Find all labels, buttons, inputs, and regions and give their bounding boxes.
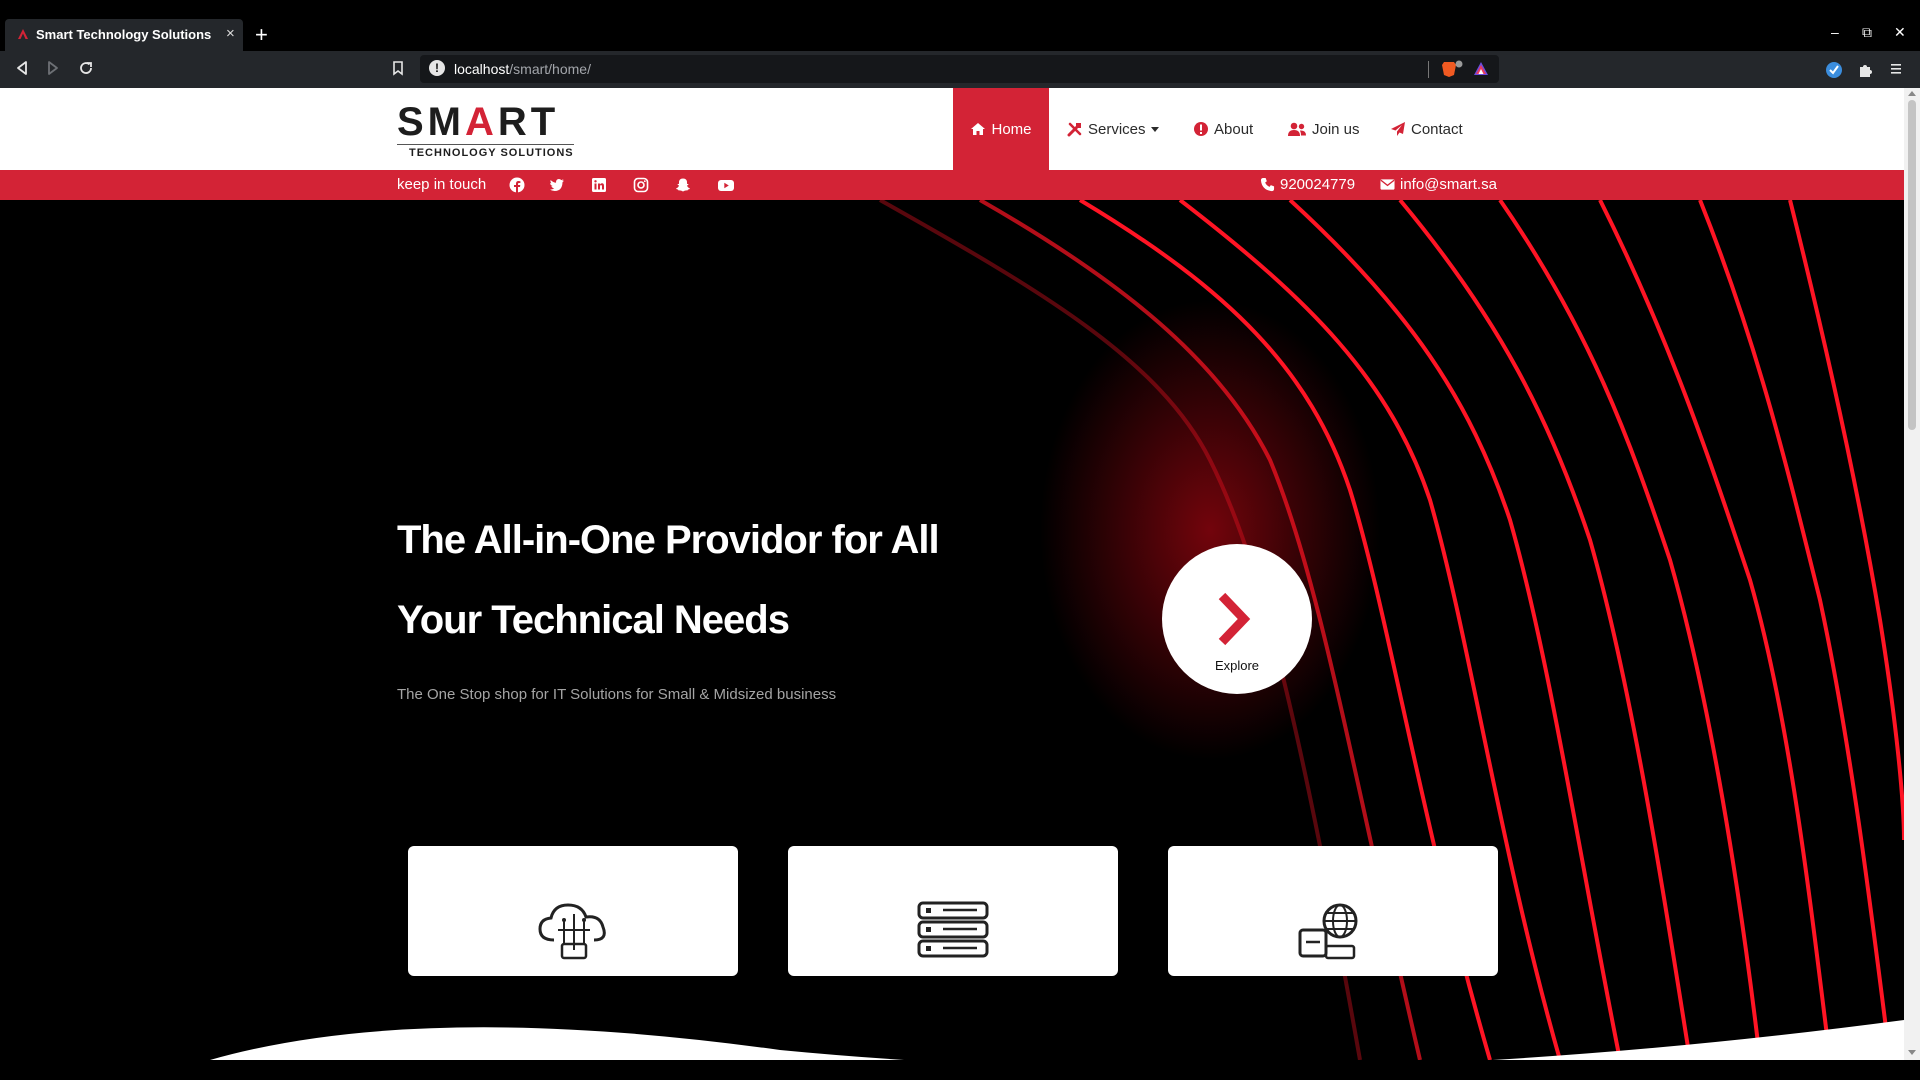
nav-label: Home [991, 120, 1032, 138]
chevron-right-icon [1218, 592, 1251, 646]
scrollbar-thumb[interactable] [1908, 100, 1916, 430]
minimize-window-button[interactable]: – [1831, 24, 1839, 40]
snapchat-icon[interactable] [675, 177, 691, 193]
menu-icon[interactable] [1889, 62, 1903, 76]
info-circle-icon [1193, 121, 1209, 137]
back-icon[interactable] [14, 59, 30, 77]
scroll-down-icon[interactable] [1908, 1050, 1916, 1055]
page-scrollbar[interactable] [1904, 88, 1920, 1060]
phone-icon [1260, 177, 1275, 192]
paper-plane-icon [1390, 121, 1406, 137]
youtube-icon[interactable] [717, 177, 735, 193]
nav-item-contact[interactable]: Contact [1390, 88, 1463, 170]
restore-window-button[interactable]: ⧉ [1862, 24, 1872, 41]
forward-icon[interactable] [45, 59, 61, 77]
nav-label: Services [1088, 120, 1146, 138]
nav-label: Join us [1312, 120, 1360, 138]
nav-label: About [1214, 120, 1254, 138]
logo-wordmark: SMART [397, 100, 560, 144]
url-path: /smart/home/ [509, 61, 591, 77]
browser-tab-strip: Smart Technology Solutions × + – ⧉ ✕ [0, 19, 1920, 51]
chevron-down-icon [1150, 126, 1159, 132]
tab-close-icon[interactable]: × [226, 25, 235, 42]
facebook-icon[interactable] [509, 177, 525, 193]
users-icon [1287, 122, 1307, 137]
tools-icon [1067, 121, 1083, 137]
address-bar[interactable]: ! localhost/smart/home/ [420, 55, 1499, 83]
explore-label: Explore [1214, 658, 1260, 673]
browser-tab[interactable]: Smart Technology Solutions × [5, 19, 243, 51]
site-header: SMART TECHNOLOGY SOLUTIONS Home Services… [0, 88, 1904, 170]
url-text: localhost/smart/home/ [454, 61, 591, 77]
nav-item-join-us[interactable]: Join us [1287, 88, 1360, 170]
keep-in-touch-label: keep in touch [397, 176, 487, 193]
bookmark-icon[interactable] [391, 59, 405, 77]
service-card-network[interactable] [1168, 846, 1498, 976]
browser-toolbar: ! localhost/smart/home/ [0, 51, 1920, 88]
service-card-servers[interactable] [788, 846, 1118, 976]
cloud-circuit-icon [538, 903, 606, 960]
nav-item-home[interactable]: Home [953, 88, 1049, 170]
hero-subheading: The One Stop shop for IT Solutions for S… [397, 686, 837, 703]
logo-rule [397, 144, 574, 145]
envelope-icon [1380, 179, 1395, 190]
globe-network-icon [1298, 903, 1358, 960]
hero-heading: The All-in-One Providor for All Your Tec… [397, 518, 940, 642]
nav-item-services[interactable]: Services [1067, 88, 1159, 170]
phone-number: 920024779 [1280, 176, 1356, 193]
close-window-button[interactable]: ✕ [1894, 24, 1906, 41]
logo-subtitle: TECHNOLOGY SOLUTIONS [409, 147, 574, 159]
brave-rewards-icon[interactable] [1472, 60, 1490, 78]
url-divider [1428, 61, 1429, 78]
site-info-icon[interactable]: ! [429, 60, 445, 76]
linkedin-icon[interactable] [591, 177, 607, 193]
url-host: localhost [454, 61, 510, 77]
twitter-icon[interactable] [549, 177, 565, 193]
brave-shields-icon[interactable] [1441, 60, 1463, 78]
new-tab-button[interactable]: + [255, 22, 268, 48]
screen: Smart Technology Solutions × + – ⧉ ✕ ! l… [0, 0, 1920, 1080]
contact-phone[interactable]: 920024779 [1260, 176, 1355, 193]
server-icon [917, 901, 989, 958]
vpn-extension-icon[interactable] [1825, 61, 1843, 79]
explore-button[interactable]: Explore [1162, 544, 1312, 694]
email-address: info@smart.sa [1400, 176, 1497, 193]
site-favicon-icon [18, 29, 28, 39]
webpage: SMART TECHNOLOGY SOLUTIONS Home Services… [0, 88, 1904, 1060]
contact-email[interactable]: info@smart.sa [1380, 176, 1497, 193]
contact-strip: keep in touch 920024779 info@smart.sa [0, 170, 1904, 200]
site-logo[interactable]: SMART TECHNOLOGY SOLUTIONS [397, 100, 577, 159]
nav-item-about[interactable]: About [1193, 88, 1253, 170]
instagram-icon[interactable] [633, 177, 649, 193]
reload-icon[interactable] [77, 59, 95, 77]
browser-tab-title: Smart Technology Solutions [36, 27, 212, 42]
nav-label: Contact [1411, 120, 1463, 138]
scroll-up-icon[interactable] [1908, 91, 1916, 96]
service-card-cloud[interactable] [408, 846, 738, 976]
home-icon [970, 122, 986, 136]
extensions-icon[interactable] [1857, 61, 1875, 79]
